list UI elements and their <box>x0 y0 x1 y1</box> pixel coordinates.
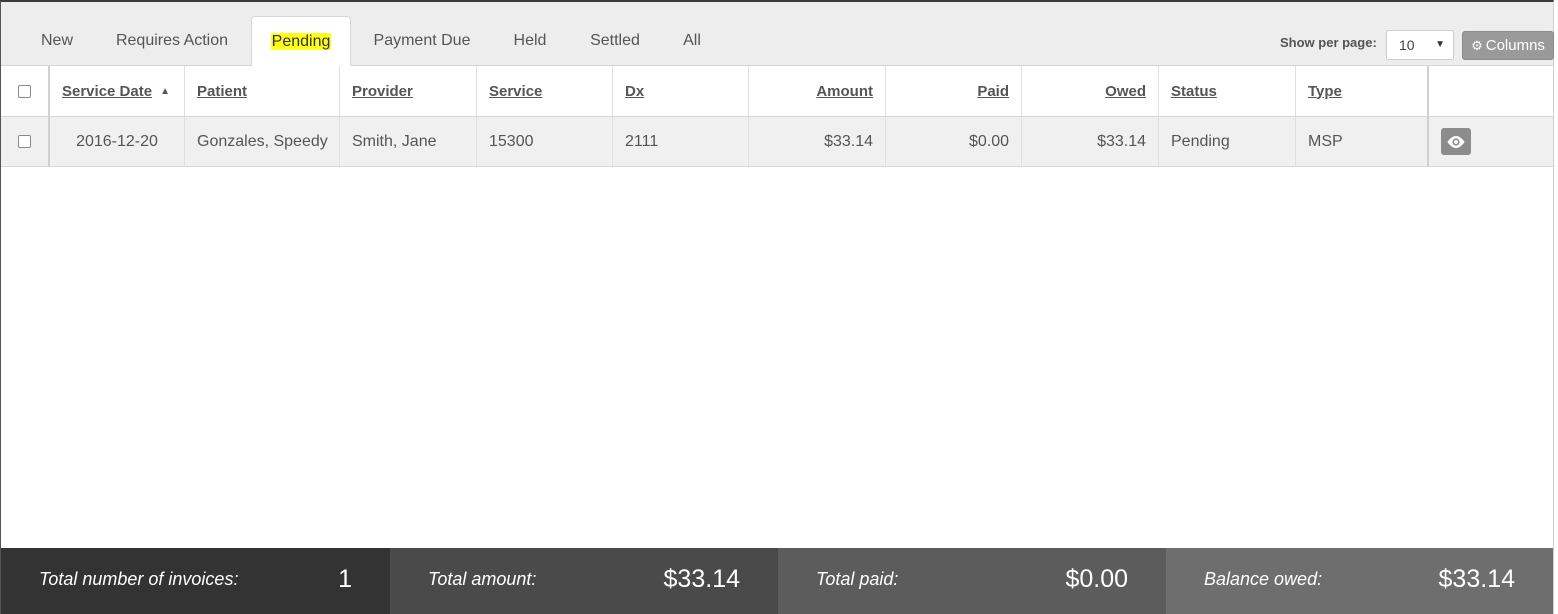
tab-payment-due[interactable]: Payment Due <box>357 16 487 66</box>
table-header-row: Service Date ▲ Patient Provider Service … <box>1 66 1553 117</box>
header-label: Dx <box>625 82 645 100</box>
header-label: Paid <box>977 82 1009 100</box>
cell-service-date: 2016-12-20 <box>50 117 185 166</box>
columns-button[interactable]: ⚙ Columns <box>1462 31 1554 60</box>
header-label: Provider <box>352 82 413 100</box>
total-invoices-value: 1 <box>338 565 352 593</box>
cell-service: 15300 <box>477 117 613 166</box>
per-page-label: Show per page: <box>1280 35 1377 50</box>
header-label: Owed <box>1105 82 1146 100</box>
tab-new[interactable]: New <box>21 16 93 66</box>
tab-label: New <box>40 32 73 49</box>
columns-button-label: Columns <box>1485 37 1545 54</box>
header-patient[interactable]: Patient <box>185 66 340 116</box>
total-amount-value: $33.14 <box>663 565 740 593</box>
balance-owed-value: $33.14 <box>1438 565 1515 593</box>
cell-paid: $0.00 <box>886 117 1022 166</box>
total-amount-label: Total amount: <box>428 569 537 589</box>
tab-label: Requires Action <box>115 32 229 49</box>
per-page-value: 10 <box>1399 37 1415 53</box>
tab-requires-action[interactable]: Requires Action <box>97 16 247 66</box>
tab-pending[interactable]: Pending <box>251 16 351 67</box>
cell-amount: $33.14 <box>749 117 886 166</box>
header-service-date[interactable]: Service Date ▲ <box>50 66 185 116</box>
header-actions <box>1429 66 1553 116</box>
total-invoices-label: Total number of invoices: <box>39 569 239 589</box>
header-status[interactable]: Status <box>1159 66 1296 116</box>
cell-type: MSP <box>1296 117 1429 166</box>
tab-label: Settled <box>590 32 640 49</box>
table-row[interactable]: 2016-12-20 Gonzales, Speedy Smith, Jane … <box>1 117 1553 167</box>
tab-label: Held <box>513 32 547 49</box>
tab-label: Pending <box>270 33 332 50</box>
cell-dx: 2111 <box>613 117 749 166</box>
view-button[interactable] <box>1441 128 1471 155</box>
invoice-panel: New Requires Action Pending Payment Due … <box>0 0 1554 614</box>
header-provider[interactable]: Provider <box>340 66 477 116</box>
header-paid[interactable]: Paid <box>886 66 1022 116</box>
header-type[interactable]: Type <box>1296 66 1429 116</box>
cell-provider: Smith, Jane <box>340 117 477 166</box>
row-select-cell <box>1 117 50 166</box>
total-invoices-panel: Total number of invoices: 1 <box>1 548 390 614</box>
header-label: Service Date <box>62 82 153 100</box>
header-amount[interactable]: Amount <box>749 66 886 116</box>
gear-icon: ⚙ <box>1471 38 1483 53</box>
header-label: Service <box>489 82 543 100</box>
total-amount-panel: Total amount: $33.14 <box>390 548 778 614</box>
balance-owed-panel: Balance owed: $33.14 <box>1166 548 1553 614</box>
header-label: Type <box>1308 82 1342 100</box>
tab-all[interactable]: All <box>665 16 719 66</box>
tab-held[interactable]: Held <box>495 16 565 66</box>
status-tab-bar: New Requires Action Pending Payment Due … <box>1 2 1554 67</box>
header-dx[interactable]: Dx <box>613 66 749 116</box>
cell-owed: $33.14 <box>1022 117 1159 166</box>
per-page-select[interactable]: 10 ▼ <box>1386 30 1454 60</box>
totals-bar: Total number of invoices: 1 Total amount… <box>1 548 1553 614</box>
header-service[interactable]: Service <box>477 66 613 116</box>
select-all-checkbox[interactable] <box>18 84 31 98</box>
chevron-down-icon: ▼ <box>1435 39 1445 50</box>
header-label: Amount <box>816 82 873 100</box>
total-paid-label: Total paid: <box>816 569 899 589</box>
total-paid-value: $0.00 <box>1065 565 1128 593</box>
tab-settled[interactable]: Settled <box>573 16 657 66</box>
header-label: Status <box>1171 82 1217 100</box>
total-paid-panel: Total paid: $0.00 <box>778 548 1166 614</box>
eye-icon <box>1447 135 1465 148</box>
cell-actions <box>1429 117 1553 166</box>
header-owed[interactable]: Owed <box>1022 66 1159 116</box>
tab-label: All <box>683 32 701 49</box>
sort-ascending-icon: ▲ <box>160 85 170 97</box>
cell-patient: Gonzales, Speedy <box>185 117 340 166</box>
cell-status: Pending <box>1159 117 1296 166</box>
tab-label: Payment Due <box>373 32 471 49</box>
row-checkbox[interactable] <box>18 135 31 148</box>
select-all-cell <box>1 66 50 116</box>
header-label: Patient <box>197 82 248 100</box>
balance-owed-label: Balance owed: <box>1204 569 1323 589</box>
